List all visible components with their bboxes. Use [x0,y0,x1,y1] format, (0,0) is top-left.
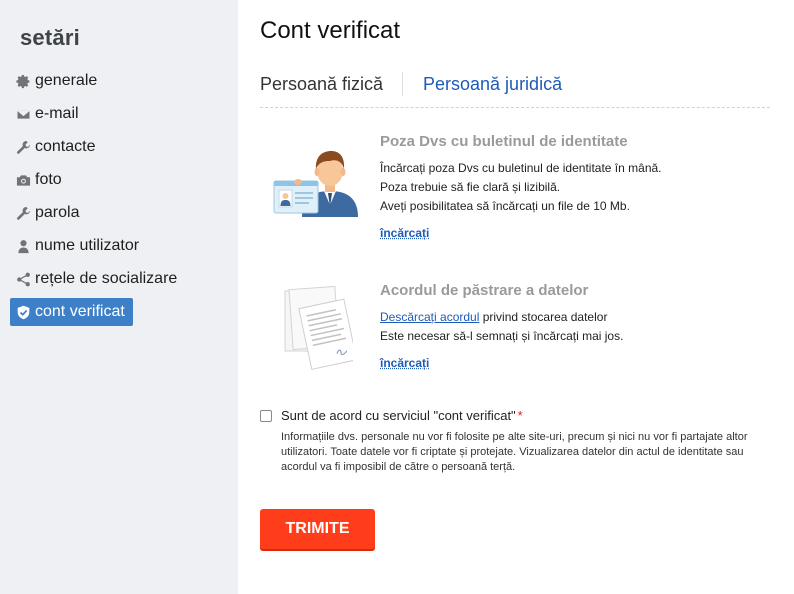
id-card-person-illustration [273,151,358,217]
consent-label-text: Sunt de acord cu serviciul "cont verific… [281,408,516,423]
id-photo-line: Poza trebuie să fie clară și lizibilă. [380,180,561,194]
sidebar-item-label: contacte [35,138,96,155]
sidebar-item-parola[interactable]: parola [10,199,87,227]
upload-id-photo-link[interactable]: încărcați [380,226,429,240]
sidebar-title: setări [20,25,80,50]
required-mark: * [517,408,523,423]
sidebar-item-generale[interactable]: generale [10,67,105,95]
tab-persoana-juridica[interactable]: Persoană juridică [423,74,562,95]
key-icon [15,205,31,221]
tab-divider [402,72,403,96]
envelope-icon [15,106,31,122]
download-agreement-link[interactable]: Descărcați acordul [380,310,479,324]
sidebar-item-contacte[interactable]: contacte [10,133,103,161]
consent-note: Informațiile dvs. personale nu vor fi fo… [281,431,748,473]
sidebar-item-label: parola [35,204,80,221]
submit-button[interactable]: TRIMITE [260,509,375,549]
sidebar-item-cont-verificat[interactable]: cont verificat [10,298,133,326]
agreement-line: Descărcați acordul privind stocarea date… [380,308,770,327]
agreement-section: Acordul de păstrare a datelor Descărcați… [380,282,770,372]
sidebar-item-nume-utilizator[interactable]: nume utilizator [10,232,147,260]
settings-menu: generale e-mail contacte foto parola num… [10,67,238,331]
page-title: Cont verificat [260,17,401,44]
agreement-title: Acordul de păstrare a datelor [380,282,589,299]
id-photo-title: Poza Dvs cu buletinul de identitate [380,133,628,150]
sidebar-item-label: e-mail [35,105,79,122]
share-icon [15,271,31,287]
sidebar-item-email[interactable]: e-mail [10,100,87,128]
consent-checkbox[interactable] [260,410,272,422]
agreement-line: Este necesar să-l semnați și încărcați m… [380,329,624,343]
shield-check-icon [15,304,31,320]
wrench-icon [15,139,31,155]
sidebar-item-label: cont verificat [35,303,125,320]
id-photo-section: Poza Dvs cu buletinul de identitate Încă… [380,133,770,242]
sidebar-item-label: foto [35,171,62,188]
sidebar-item-label: nume utilizator [35,237,140,254]
gear-icon [15,73,31,89]
camera-icon [15,172,31,188]
consent-label[interactable]: Sunt de acord cu serviciul "cont verific… [281,408,523,423]
sidebar-item-foto[interactable]: foto [10,166,70,194]
id-photo-line: Încărcați poza Dvs cu buletinul de ident… [380,161,662,175]
agreement-line-rest: privind stocarea datelor [479,310,608,324]
sidebar-item-label: generale [35,72,98,89]
sidebar-item-label: rețele de socializare [35,270,178,287]
documents-illustration [284,285,353,370]
tab-persoana-fizica[interactable]: Persoană fizică [260,74,383,95]
id-photo-line: Aveți posibilitatea să încărcați un file… [380,199,630,213]
user-icon [15,238,31,254]
account-type-tabs: Persoană fizică Persoană juridică [260,72,770,108]
sidebar: setări generale e-mail contacte foto par… [0,0,238,594]
upload-agreement-link[interactable]: încărcați [380,356,429,370]
sidebar-item-retele-socializare[interactable]: rețele de socializare [10,265,185,293]
